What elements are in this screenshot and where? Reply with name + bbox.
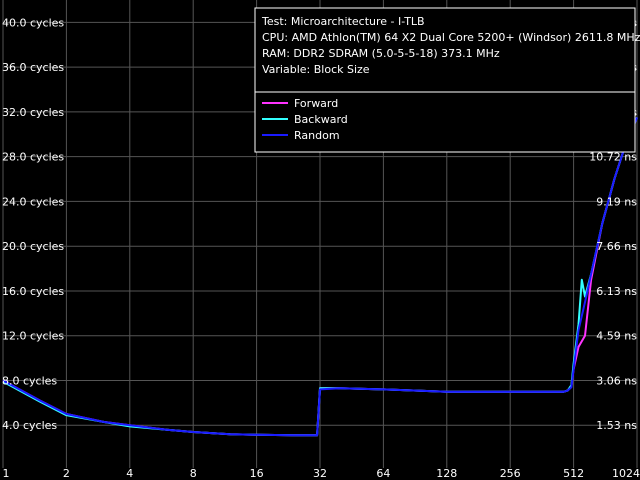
y-tick-label-right: 6.13 ns	[596, 285, 637, 298]
y-tick-label-left: 40.0 cycles	[2, 16, 64, 29]
x-tick-label: 64	[376, 467, 390, 480]
y-tick-label-right: 4.59 ns	[596, 330, 637, 343]
x-tick-label: 1024	[612, 467, 640, 480]
y-tick-label-left: 20.0 cycles	[2, 240, 64, 253]
x-tick-label: 128	[436, 467, 457, 480]
y-tick-label-left: 28.0 cycles	[2, 151, 64, 164]
y-tick-label-right: 3.06 ns	[596, 374, 637, 387]
info-ram-label: RAM: DDR2 SDRAM (5.0-5-5-18) 373.1 MHz	[262, 47, 500, 60]
info-test-label: Test: Microarchitecture - I-TLB	[261, 15, 425, 28]
y-tick-label-right: 9.19 ns	[596, 195, 637, 208]
chart-canvas: 4.0 cycles 8.0 cycles 12.0 cycles 16.0 cycl…	[0, 0, 640, 480]
info-cpu-label: CPU: AMD Athlon(TM) 64 X2 Dual Core 5200…	[262, 31, 640, 44]
x-tick-label: 256	[500, 467, 521, 480]
y-tick-label-left: 8.0 cycles	[2, 374, 57, 387]
x-tick-label: 1	[3, 467, 10, 480]
x-tick-label: 8	[190, 467, 197, 480]
info-box: Test: Microarchitecture - I-TLB CPU: AMD…	[254, 7, 640, 153]
x-tick-label: 2	[63, 467, 70, 480]
y-tick-label-right: 1.53 ns	[596, 419, 637, 432]
y-tick-label-left: 4.0 cycles	[2, 419, 57, 432]
y-tick-label-left: 24.0 cycles	[2, 195, 64, 208]
x-tick-label: 4	[126, 467, 133, 480]
y-tick-label-left: 16.0 cycles	[2, 285, 64, 298]
y-tick-label-left: 36.0 cycles	[2, 61, 64, 74]
x-tick-label: 32	[313, 467, 327, 480]
legend-label-random: Random	[294, 129, 340, 142]
y-tick-label-left: 12.0 cycles	[2, 330, 64, 343]
info-variable-label: Variable: Block Size	[262, 63, 370, 76]
legend-label-forward: Forward	[294, 97, 338, 110]
y-tick-label-right: 10.72 ns	[589, 151, 637, 164]
legend-label-backward: Backward	[294, 113, 348, 126]
x-tick-label: 512	[563, 467, 584, 480]
x-tick-label: 16	[250, 467, 264, 480]
y-tick-label-left: 32.0 cycles	[2, 106, 64, 119]
y-tick-label-right: 7.66 ns	[596, 240, 637, 253]
